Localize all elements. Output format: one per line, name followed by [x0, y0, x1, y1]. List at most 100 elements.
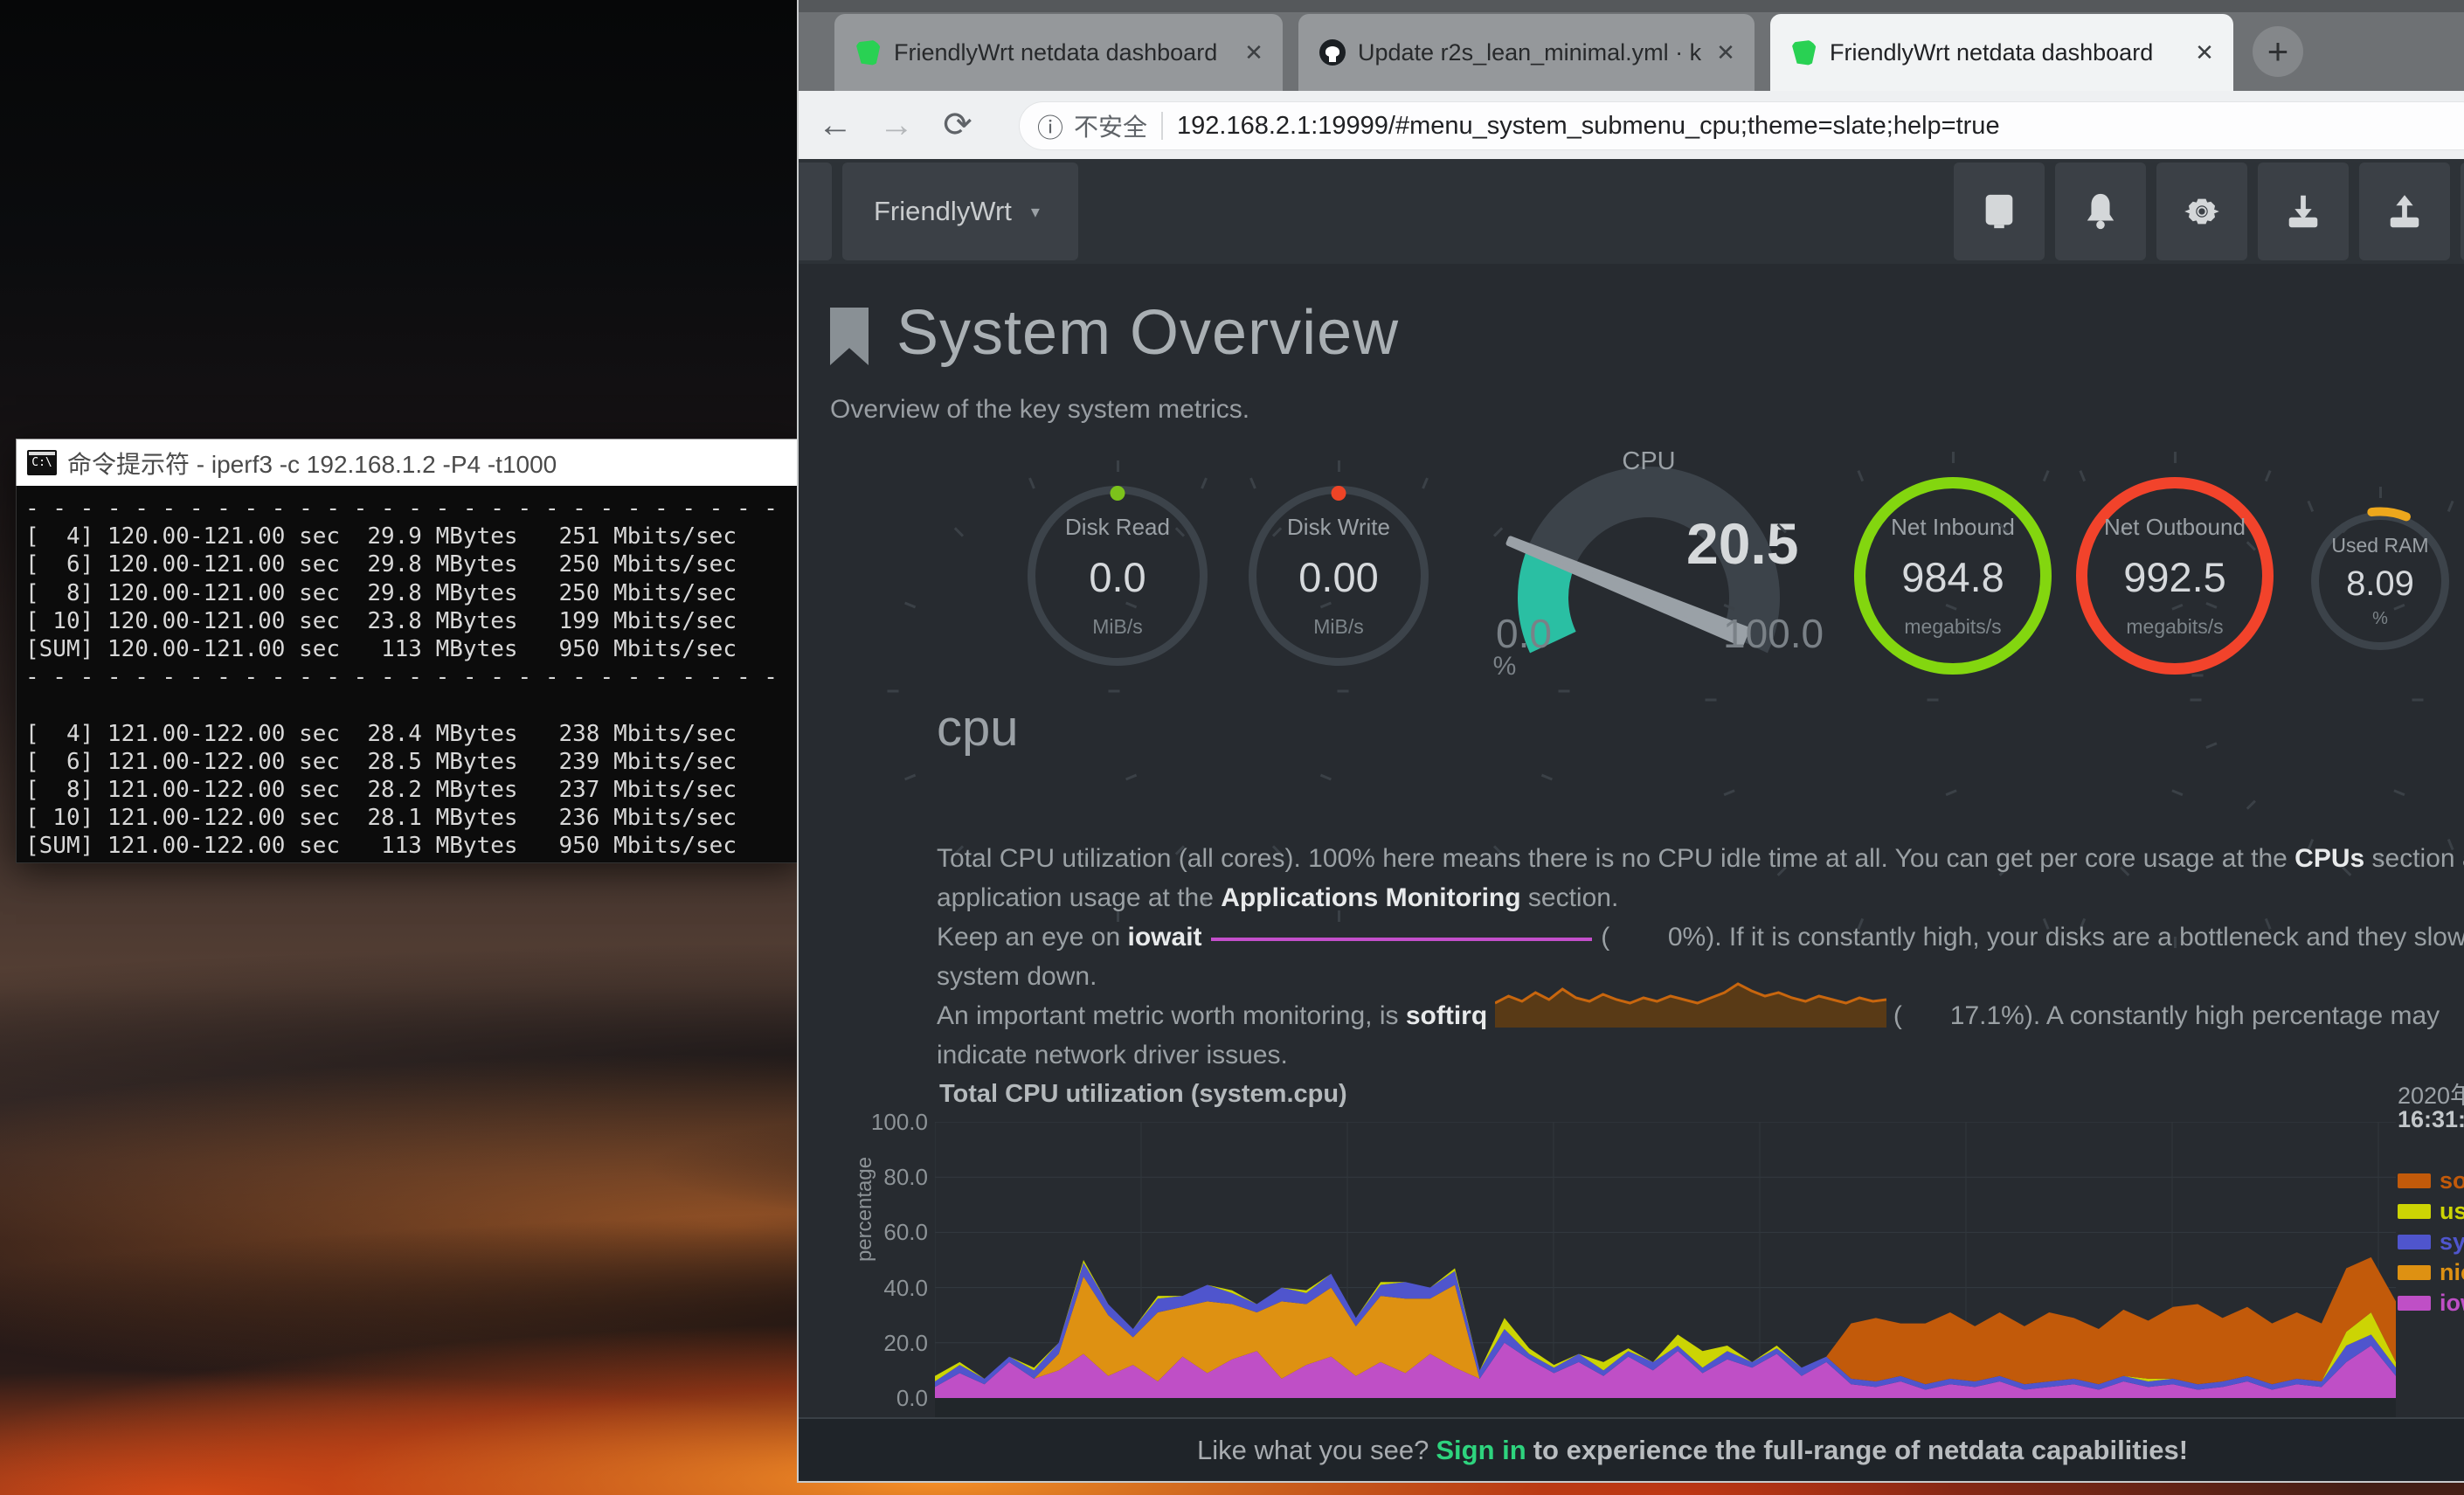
terminal-line: [SUM] 121.00-122.00 sec 113 MBytes 950 M…: [25, 832, 803, 860]
tab-netdata-2-active[interactable]: FriendlyWrt netdata dashboard ✕: [1770, 14, 2233, 91]
gauge-value: 0.00: [1298, 553, 1378, 601]
cpu-description-line: application usage at the Applications Mo…: [937, 883, 2464, 922]
terminal-line: [ 10] 120.00-121.00 sec 23.8 MBytes 199 …: [25, 607, 803, 635]
legend-item-softirq[interactable]: softirq: [2398, 1167, 2464, 1194]
netdata-navbar: FriendlyWrt ▾: [799, 159, 2464, 264]
softirq-sparkline[interactable]: [1495, 1014, 1886, 1024]
back-button[interactable]: ←: [811, 100, 860, 149]
host-name: FriendlyWrt: [874, 196, 1012, 227]
cpu-description-line: Total CPU utilization (all cores). 100% …: [937, 844, 2464, 882]
netdata-favicon-icon: [1791, 39, 1817, 66]
x-axis-strip: [935, 1398, 2396, 1417]
bell-icon: [2080, 191, 2121, 232]
legend-swatch: [2398, 1173, 2431, 1188]
tab-netdata-1[interactable]: FriendlyWrt netdata dashboard ✕: [834, 14, 1283, 91]
chart-title: Total CPU utilization (system.cpu): [939, 1080, 1347, 1109]
monitor-icon: [1979, 191, 2019, 232]
terminal-line: [ 8] 121.00-122.00 sec 28.2 MBytes 237 M…: [25, 776, 803, 804]
gauge-unit: megabits/s: [1904, 615, 2001, 639]
sign-in-link[interactable]: Sign in: [1436, 1435, 1526, 1466]
terminal-line: [ 10] 121.00-122.00 sec 28.1 MBytes 236 …: [25, 804, 803, 832]
upload-icon: [2384, 191, 2425, 232]
text: section.: [1521, 883, 1619, 912]
legend-label: softirq: [2440, 1167, 2464, 1194]
import-snapshot-button[interactable]: [2258, 163, 2349, 260]
text: (: [1893, 1001, 1902, 1030]
legend-label: system: [2440, 1229, 2464, 1256]
info-icon[interactable]: ⓘ: [1037, 107, 1063, 145]
tab-close-icon[interactable]: ✕: [1711, 38, 1741, 67]
settings-button[interactable]: [2156, 163, 2247, 260]
legend-item-iowait[interactable]: iowait: [2398, 1290, 2464, 1316]
screen: C:\ 命令提示符 - iperf3 -c 192.168.1.2 -P4 -t…: [0, 0, 2464, 1495]
tab-close-icon[interactable]: ✕: [2190, 38, 2219, 67]
gauge-cpu[interactable]: CPU 20.5 0.0 100.0 %: [1478, 442, 1819, 704]
download-icon: [2283, 191, 2323, 232]
iowait-sparkline[interactable]: [1209, 937, 1594, 945]
y-tick-label: 80.0: [834, 1164, 928, 1191]
gauge-disk-read[interactable]: Disk Read 0.0 MiB/s: [1028, 486, 1208, 666]
browser-window: FriendlyWrt netdata dashboard ✕ Update r…: [797, 0, 2464, 1483]
gauge-unit: %: [2372, 609, 2388, 629]
alarms-button[interactable]: [2055, 163, 2146, 260]
legend-swatch: [2398, 1296, 2431, 1311]
legend-item-nice[interactable]: nice: [2398, 1259, 2464, 1285]
browser-toolbar: ← → ⟳ ⓘ 不安全 192.168.2.1:19999/#menu_syst…: [799, 91, 2464, 159]
banner-text: Like what you see?: [1197, 1435, 1429, 1466]
text: section and per: [2364, 844, 2464, 873]
terminal-line: [ 8] 120.00-121.00 sec 29.8 MBytes 250 M…: [25, 579, 803, 607]
softirq-value: 17.1%: [1902, 1001, 2024, 1031]
applications-monitoring-link[interactable]: Applications Monitoring: [1221, 883, 1520, 912]
address-divider: [1161, 112, 1163, 140]
cpu-stacked-area-chart[interactable]: [935, 1122, 2396, 1398]
terminal-titlebar[interactable]: C:\ 命令提示符 - iperf3 -c 192.168.1.2 -P4 -t…: [16, 439, 804, 486]
cpu-description-line: Keep an eye on iowait (0%). If it is con…: [937, 923, 2464, 961]
terminal-line: - - - - - - - - - - - - - - - - - - - - …: [25, 495, 803, 523]
terminal-output[interactable]: - - - - - - - - - - - - - - - - - - - - …: [16, 486, 804, 863]
gauge-unit: MiB/s: [1092, 615, 1143, 639]
y-tick-label: 100.0: [834, 1109, 928, 1136]
text: Keep an eye on: [937, 923, 1128, 952]
legend-item-system[interactable]: system: [2398, 1229, 2464, 1255]
gauge-label: CPU: [1622, 447, 1675, 476]
address-bar[interactable]: ⓘ 不安全 192.168.2.1:19999/#menu_system_sub…: [1019, 101, 2464, 150]
page-title: System Overview: [896, 297, 1399, 369]
bookmark-icon: [830, 308, 869, 365]
text: Total CPU utilization (all cores). 100% …: [937, 844, 2294, 873]
url-text[interactable]: 192.168.2.1:19999/#menu_system_submenu_c…: [1177, 112, 2000, 141]
netdata-favicon-icon: [855, 39, 882, 66]
reload-button[interactable]: ⟳: [933, 100, 982, 149]
tab-github[interactable]: Update r2s_lean_minimal.yml · k ✕: [1298, 14, 1755, 91]
tab-title: FriendlyWrt netdata dashboard: [894, 39, 1230, 66]
forward-button[interactable]: →: [872, 100, 921, 149]
gauge-label: Disk Write: [1287, 514, 1390, 541]
gauge-unit: MiB/s: [1313, 615, 1364, 639]
host-dropdown[interactable]: FriendlyWrt ▾: [842, 163, 1078, 260]
legend-label: iowait: [2440, 1290, 2464, 1317]
gauge-used-ram[interactable]: Used RAM 8.09 %: [2311, 512, 2449, 650]
y-axis-label: percentage: [853, 1148, 877, 1270]
gauge-value: 20.5: [1686, 510, 1798, 577]
softirq-label: softirq: [1406, 1001, 1487, 1030]
print-mode-button[interactable]: [1954, 163, 2045, 260]
terminal-line: [ 6] 121.00-122.00 sec 28.5 MBytes 239 M…: [25, 748, 803, 776]
terminal-line: [SUM] 120.00-121.00 sec 113 MBytes 950 M…: [25, 635, 803, 663]
legend-item-user[interactable]: user: [2398, 1198, 2464, 1224]
export-snapshot-button[interactable]: [2359, 163, 2450, 260]
gauge-label: Net Inbound: [1891, 514, 2015, 541]
cpu-description-line: indicate network driver issues.: [937, 1041, 2464, 1079]
navbar-partial-button[interactable]: [2461, 163, 2464, 260]
chart-time: 16:31:24: [2398, 1106, 2464, 1133]
gauge-label: Used RAM: [2331, 534, 2428, 557]
y-tick-label: 40.0: [834, 1275, 928, 1302]
tab-close-icon[interactable]: ✕: [1239, 38, 1269, 67]
cpus-link[interactable]: CPUs: [2294, 844, 2364, 873]
cmd-icon: C:\: [27, 450, 57, 475]
new-tab-button[interactable]: +: [2253, 26, 2303, 77]
y-tick-label: 0.0: [834, 1385, 928, 1412]
gauge-disk-write[interactable]: Disk Write 0.00 MiB/s: [1249, 486, 1429, 666]
terminal-line: - - - - - - - - - - - - - - - - - - - - …: [25, 663, 803, 691]
gauge-unit: %: [1478, 652, 1531, 682]
gauge-net-inbound[interactable]: Net Inbound 984.8 megabits/s: [1854, 477, 2052, 675]
gauge-net-outbound[interactable]: Net Outbound 992.5 megabits/s: [2076, 477, 2274, 675]
